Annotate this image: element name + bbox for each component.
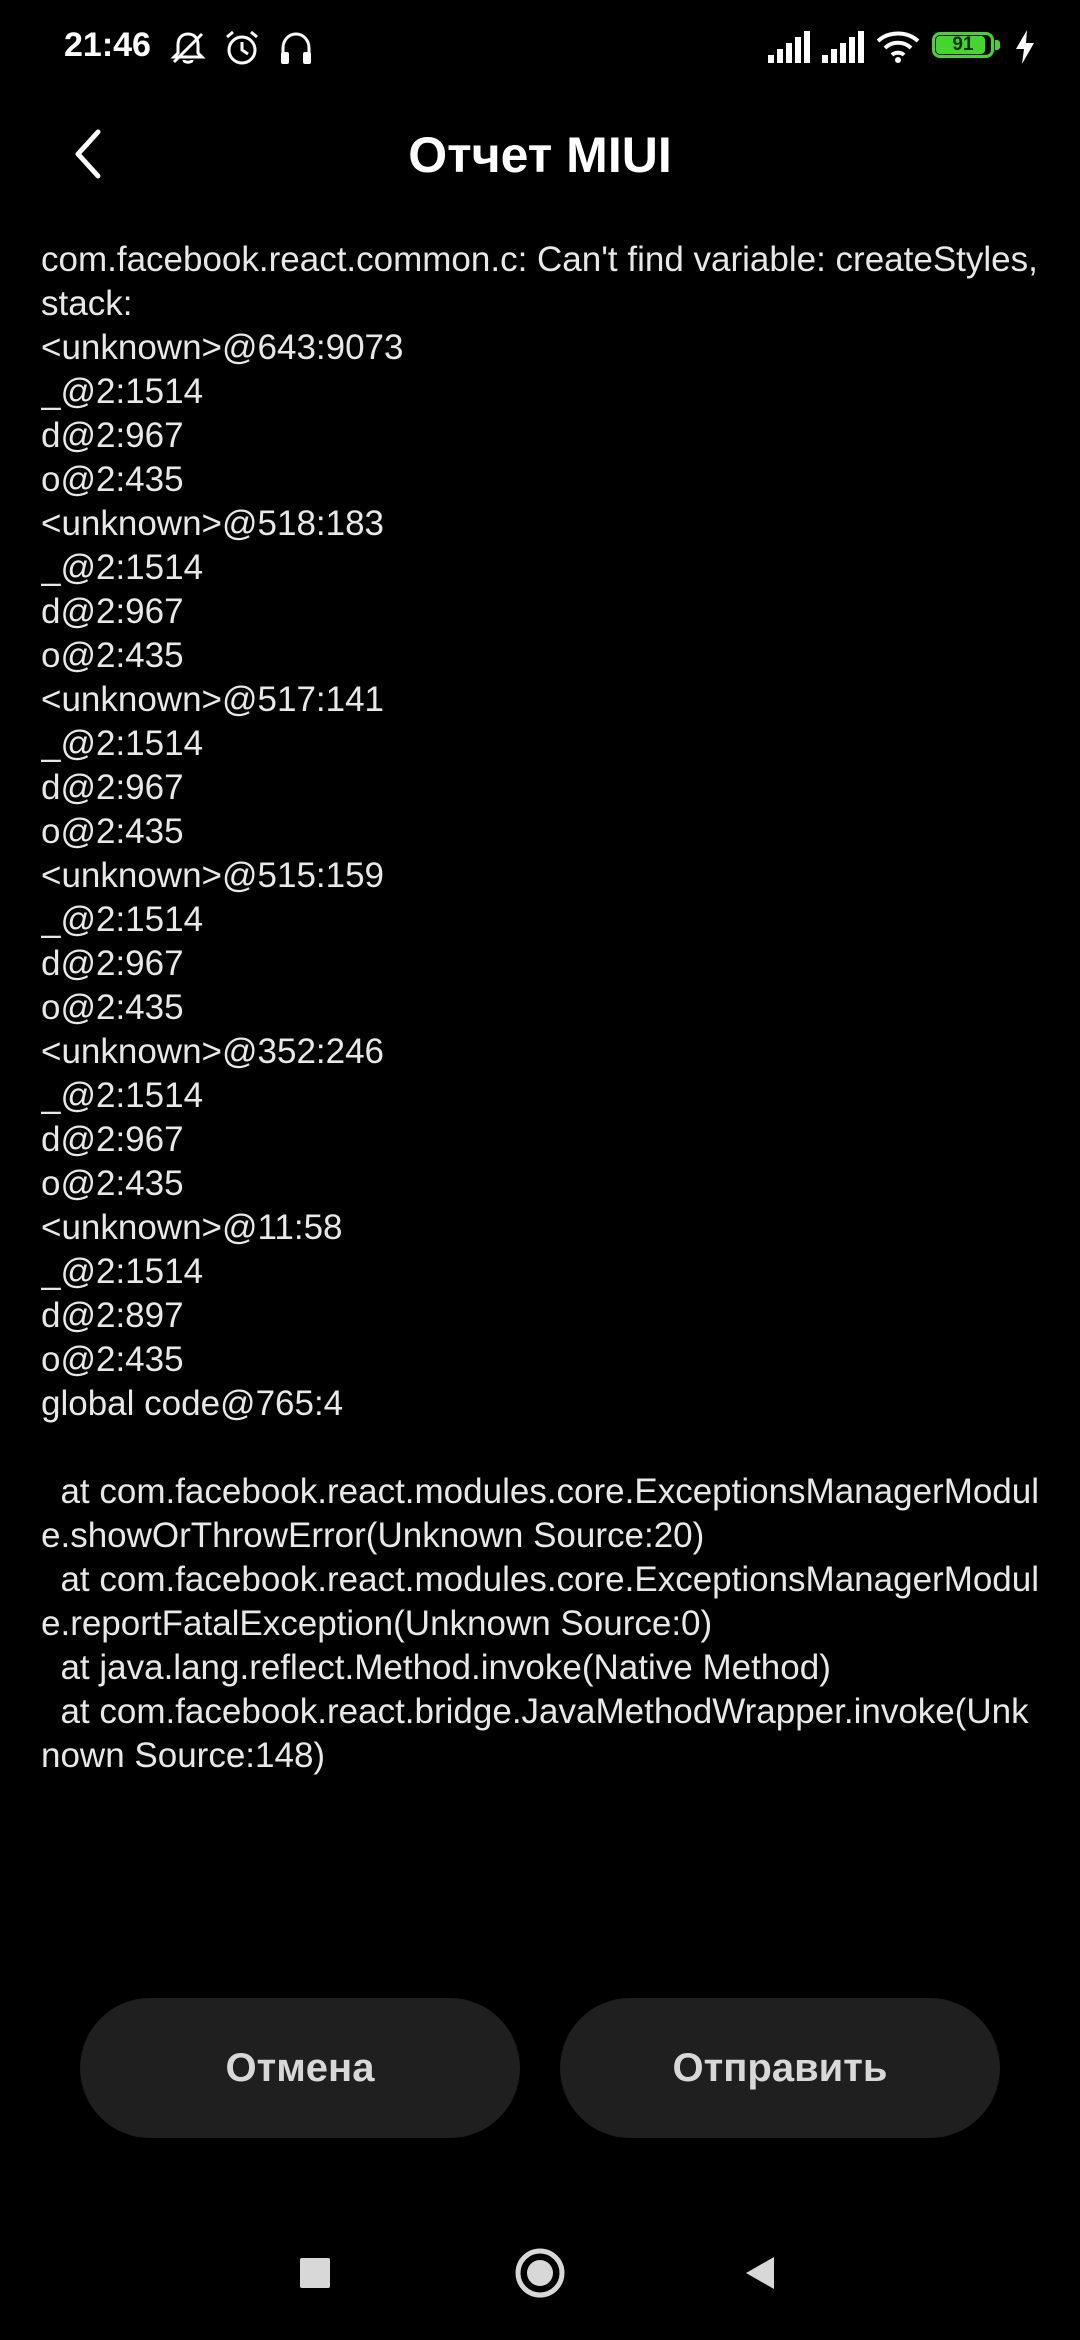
- status-time: 21:46: [64, 26, 151, 64]
- nav-back-button[interactable]: [725, 2240, 795, 2310]
- header: Отчет MIUI: [0, 96, 1080, 216]
- home-circle-icon: [513, 2246, 567, 2305]
- recents-button[interactable]: [280, 2240, 350, 2310]
- status-left-icons: [168, 28, 316, 68]
- page-title: Отчет MIUI: [408, 127, 672, 183]
- alarm-icon: [222, 28, 262, 68]
- nav-bar: [0, 2220, 1080, 2330]
- actions: Отмена Отправить: [0, 1998, 1080, 2140]
- report-body[interactable]: com.facebook.react.common.c: Can't find …: [41, 238, 1041, 1928]
- status-bar: 21:46 91: [0, 0, 1080, 96]
- wifi-icon: [876, 30, 920, 64]
- cell-signal-icon: [768, 31, 810, 63]
- back-triangle-icon: [740, 2253, 780, 2298]
- send-button[interactable]: Отправить: [560, 1998, 1000, 2138]
- status-right-icons: 91: [768, 30, 1036, 64]
- home-button[interactable]: [505, 2240, 575, 2310]
- battery-percent: 91: [952, 34, 974, 55]
- cancel-button[interactable]: Отмена: [80, 1998, 520, 2138]
- charging-icon: [1014, 30, 1036, 64]
- headphones-icon: [276, 28, 316, 68]
- battery-icon: 91: [932, 32, 1002, 62]
- battery-cap: [995, 40, 1000, 50]
- report-text: com.facebook.react.common.c: Can't find …: [41, 240, 1040, 1775]
- cell-signal-icon: [822, 31, 864, 63]
- notifications-off-icon: [168, 28, 208, 68]
- recents-square-icon: [298, 2256, 332, 2295]
